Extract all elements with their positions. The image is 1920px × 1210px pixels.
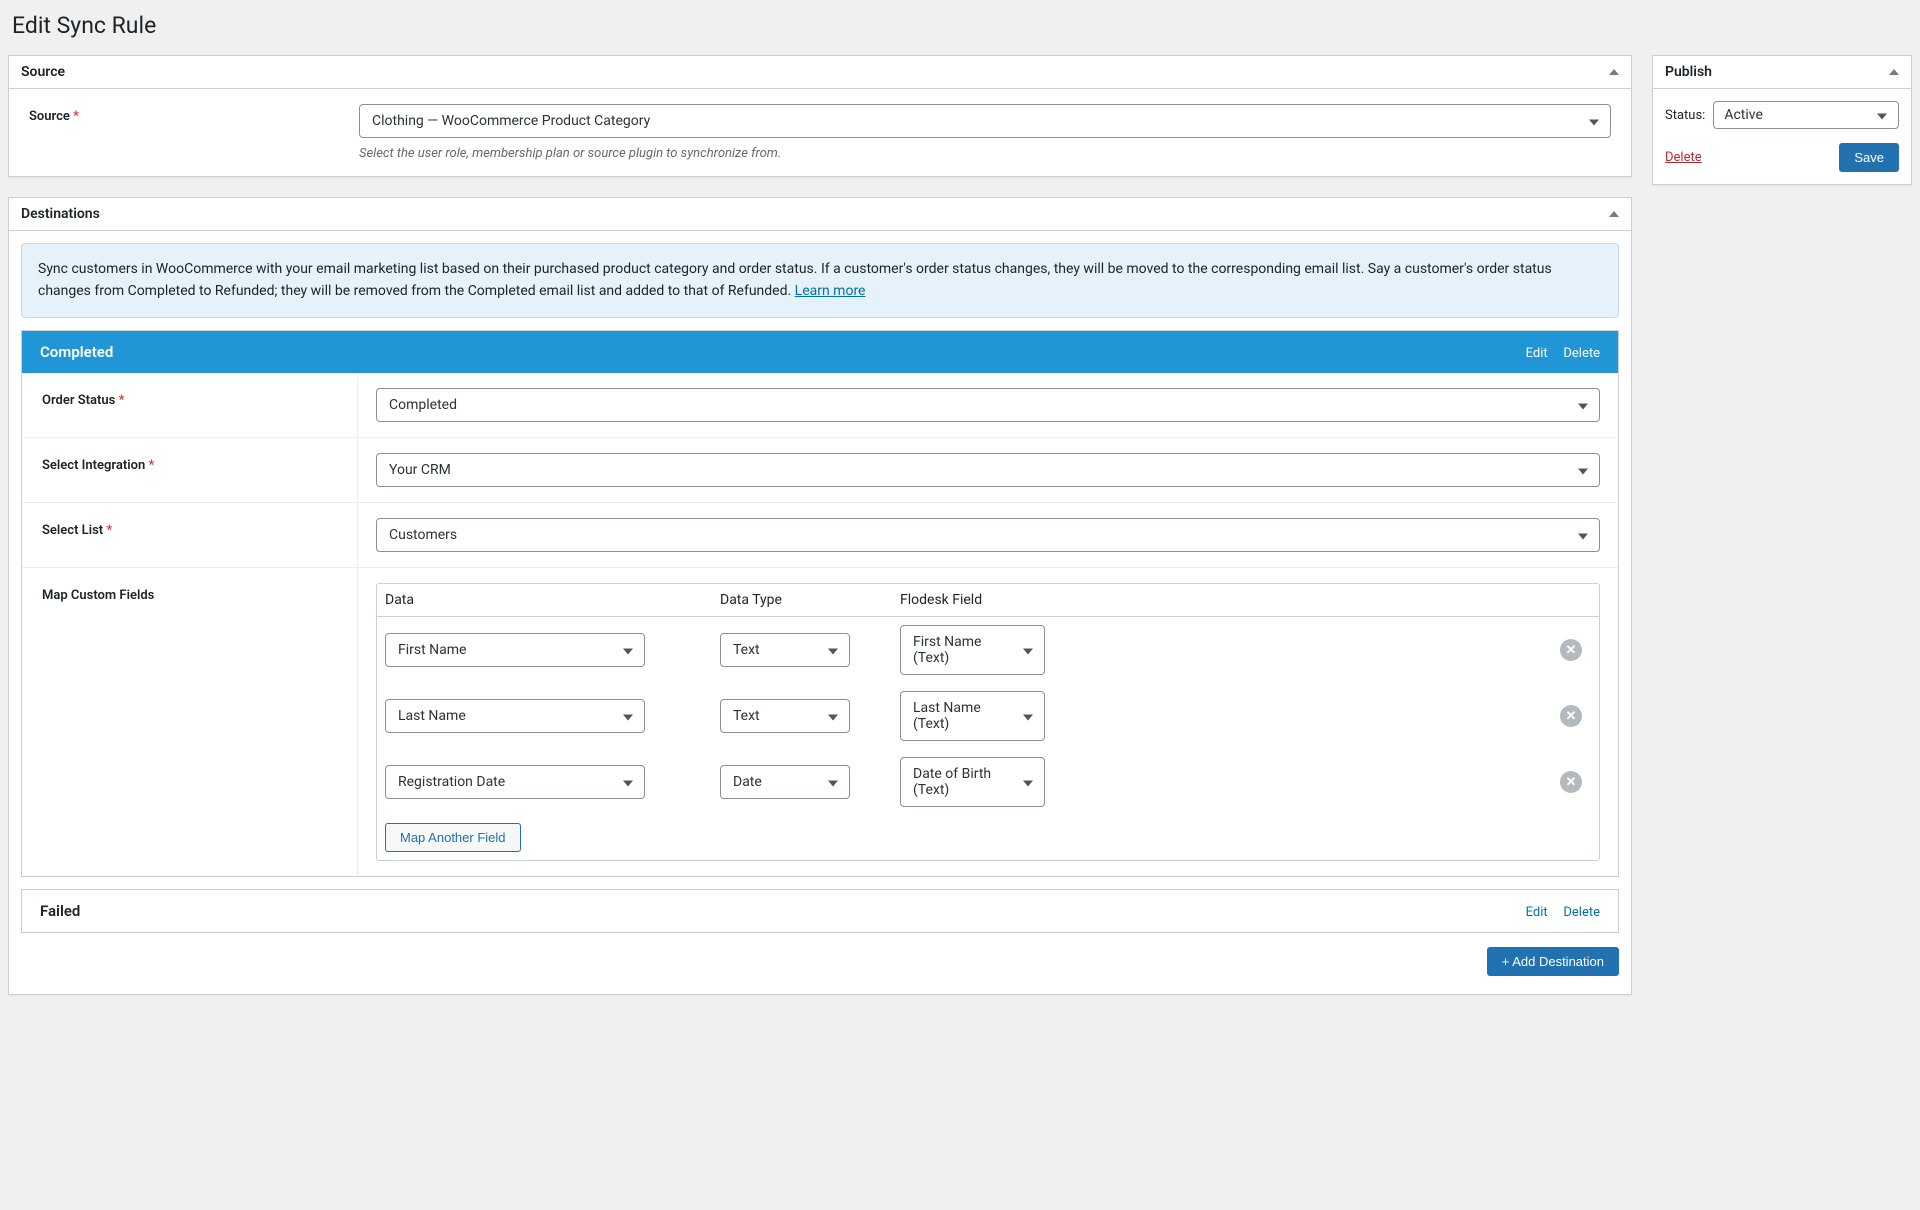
map-row: First Name Text First Name (Text) ✕ [377, 617, 1599, 683]
map-fields-label: Map Custom Fields [22, 568, 358, 876]
required-asterisk: * [148, 458, 154, 473]
required-asterisk: * [73, 109, 79, 124]
map-data-select[interactable]: First Name [385, 633, 645, 667]
destination-delete-link[interactable]: Delete [1563, 905, 1600, 920]
info-box: Sync customers in WooCommerce with your … [21, 243, 1619, 318]
destination-failed: Failed Edit Delete [21, 889, 1619, 933]
order-status-label: Order Status * [22, 373, 358, 437]
map-row: Registration Date Date Date of Birth (Te… [377, 749, 1599, 815]
delete-link[interactable]: Delete [1665, 150, 1702, 165]
destination-title: Completed [40, 343, 113, 361]
required-asterisk: * [119, 393, 125, 408]
collapse-up-icon[interactable] [1889, 69, 1899, 75]
source-label-text: Source [29, 109, 70, 124]
map-head-target: Flodesk Field [900, 592, 1045, 608]
source-help-text: Select the user role, membership plan or… [359, 146, 1611, 161]
save-button[interactable]: Save [1839, 143, 1899, 172]
map-type-select[interactable]: Date [720, 765, 850, 799]
add-destination-button[interactable]: + Add Destination [1487, 947, 1619, 976]
map-target-select[interactable]: Date of Birth (Text) [900, 757, 1045, 807]
remove-row-button[interactable]: ✕ [1560, 705, 1582, 727]
remove-row-button[interactable]: ✕ [1560, 771, 1582, 793]
destination-header-completed: Completed Edit Delete [22, 331, 1618, 373]
source-label: Source * [9, 89, 359, 176]
list-select[interactable]: Customers [376, 518, 1600, 552]
integration-select[interactable]: Your CRM [376, 453, 1600, 487]
publish-panel-title: Publish [1665, 64, 1712, 80]
destination-edit-link[interactable]: Edit [1526, 346, 1548, 361]
map-another-field-button[interactable]: Map Another Field [385, 823, 521, 852]
map-head-data: Data [385, 592, 645, 608]
required-asterisk: * [106, 523, 112, 538]
source-panel: Source Source * Clothing — WooCommerce P… [8, 55, 1632, 177]
remove-row-button[interactable]: ✕ [1560, 639, 1582, 661]
map-head-type: Data Type [720, 592, 850, 608]
destinations-panel-header[interactable]: Destinations [9, 198, 1631, 231]
source-select[interactable]: Clothing — WooCommerce Product Category [359, 104, 1611, 138]
integration-label-text: Select Integration [42, 458, 145, 473]
publish-panel-header[interactable]: Publish [1653, 56, 1911, 89]
destination-delete-link[interactable]: Delete [1563, 346, 1600, 361]
map-type-select[interactable]: Text [720, 699, 850, 733]
destination-title: Failed [40, 902, 80, 920]
status-select[interactable]: Active [1713, 101, 1899, 129]
source-select-wrap: Clothing — WooCommerce Product Category [359, 104, 1611, 138]
list-label-text: Select List [42, 523, 103, 538]
order-status-label-text: Order Status [42, 393, 115, 408]
map-data-select[interactable]: Last Name [385, 699, 645, 733]
destination-edit-link[interactable]: Edit [1526, 905, 1548, 920]
order-status-select[interactable]: Completed [376, 388, 1600, 422]
publish-panel: Publish Status: Active Delete Save [1652, 55, 1912, 185]
destination-completed: Completed Edit Delete Order Status * [21, 330, 1619, 877]
source-panel-title: Source [21, 64, 65, 80]
list-label: Select List * [22, 503, 358, 567]
map-target-select[interactable]: Last Name (Text) [900, 691, 1045, 741]
map-target-select[interactable]: First Name (Text) [900, 625, 1045, 675]
collapse-up-icon[interactable] [1609, 211, 1619, 217]
map-row: Last Name Text Last Name (Text) ✕ [377, 683, 1599, 749]
destinations-panel-title: Destinations [21, 206, 100, 222]
collapse-up-icon[interactable] [1609, 69, 1619, 75]
destinations-panel: Destinations Sync customers in WooCommer… [8, 197, 1632, 995]
integration-label: Select Integration * [22, 438, 358, 502]
learn-more-link[interactable]: Learn more [795, 283, 866, 299]
map-data-select[interactable]: Registration Date [385, 765, 645, 799]
destination-header-failed[interactable]: Failed Edit Delete [22, 890, 1618, 932]
source-panel-header[interactable]: Source [9, 56, 1631, 89]
map-fields-table: Data Data Type Flodesk Field [376, 583, 1600, 861]
map-type-select[interactable]: Text [720, 633, 850, 667]
status-label: Status: [1665, 108, 1705, 123]
page-title: Edit Sync Rule [12, 12, 1912, 39]
